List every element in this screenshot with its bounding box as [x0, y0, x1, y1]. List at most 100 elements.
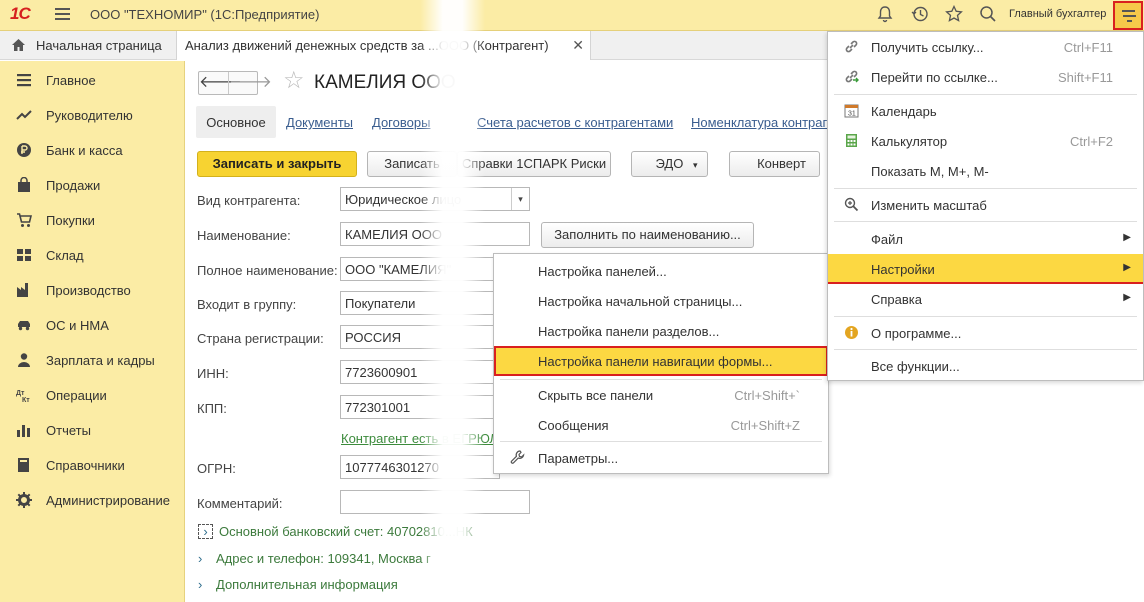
history-nav: 🡐 🡒 [198, 71, 272, 95]
bell-icon[interactable] [876, 5, 896, 25]
sidebar-item-purchases[interactable]: Покупки [0, 203, 185, 238]
menu-item-panels-settings[interactable]: Настройка панелей... [494, 256, 828, 286]
menu-item-help[interactable]: Справка ▶ [828, 284, 1143, 314]
country-input[interactable]: РОССИЯ [340, 325, 500, 349]
ruble-icon [16, 142, 32, 158]
subtab-nomenclature[interactable]: Номенклатура контраге [691, 106, 834, 138]
sidebar-item-salary[interactable]: Зарплата и кадры [0, 343, 185, 378]
subtab-accounts[interactable]: Счета расчетов с контрагентами [477, 106, 673, 138]
full-name-input[interactable]: ООО "КАМЕЛИЯ" [340, 257, 500, 281]
menu-item-all-functions[interactable]: Все функции... [828, 351, 1143, 381]
back-arrow-icon[interactable]: 🡐 [199, 72, 242, 94]
main-menu-button[interactable] [1113, 1, 1143, 30]
kpp-input[interactable]: 772301001 [340, 395, 500, 419]
sidebar-item-admin[interactable]: Администрирование [0, 483, 185, 518]
hamburger-menu-icon[interactable] [55, 8, 70, 21]
sidebar-item-directories[interactable]: Справочники [0, 448, 185, 483]
menu-item-hide-all-panels[interactable]: Скрыть все панели Ctrl+Shift+` [494, 380, 828, 410]
menu-item-label: О программе... [871, 326, 962, 341]
menu-item-calculator[interactable]: Калькулятор Ctrl+F2 [828, 126, 1143, 156]
kind-label: Вид контрагента: [197, 193, 301, 208]
egrul-status-link[interactable]: Контрагент есть в ЕГРЮЛ [341, 431, 498, 446]
menu-item-home-page-settings[interactable]: Настройка начальной страницы... [494, 286, 828, 316]
fill-by-name-button[interactable]: Заполнить по наименованию... [541, 222, 754, 248]
comment-input[interactable] [340, 490, 530, 514]
menu-item-go-to-link[interactable]: Перейти по ссылке... Shift+F11 [828, 62, 1143, 92]
tab-active-label: Анализ движений денежных средств за ...О… [185, 38, 549, 53]
menu-item-messages[interactable]: Сообщения Ctrl+Shift+Z [494, 410, 828, 440]
sidebar-item-main[interactable]: Главное [0, 63, 185, 98]
menu-item-show-memory[interactable]: Показать М, М+, М- [828, 156, 1143, 186]
menu-item-file[interactable]: Файл ▶ [828, 224, 1143, 254]
current-user[interactable]: Главный бухгалтер [1009, 8, 1106, 20]
subtab-main[interactable]: Основное [196, 106, 276, 138]
menu-item-shortcut: Ctrl+Shift+Z [730, 418, 800, 433]
menu-item-calendar[interactable]: 31 Календарь [828, 96, 1143, 126]
kind-select[interactable]: Юридическое лицо ▾ [340, 187, 530, 211]
sidebar-item-label: Отчеты [46, 423, 91, 438]
subtab-documents[interactable]: Документы [286, 106, 353, 138]
close-icon[interactable]: ✕ [572, 37, 584, 54]
main-menu-dropdown: Получить ссылку... Ctrl+F11 Перейти по с… [827, 31, 1144, 381]
app-header: 1С ООО "ТЕХНОМИР" (1С:Предприятие) Главн… [0, 0, 1144, 31]
menu-item-zoom[interactable]: Изменить масштаб [828, 190, 1143, 220]
sidebar-item-label: Банк и касса [46, 143, 123, 158]
sidebar-item-warehouse[interactable]: Склад [0, 238, 185, 273]
menu-item-label: Настройка начальной страницы... [538, 294, 743, 309]
envelope-button[interactable]: Конверт [729, 151, 820, 177]
menu-item-shortcut: Ctrl+F11 [1063, 40, 1113, 55]
history-icon[interactable] [911, 5, 931, 25]
kpp-label: КПП: [197, 401, 227, 416]
sidebar-item-reports[interactable]: Отчеты [0, 413, 185, 448]
sidebar-item-label: ОС и НМА [46, 318, 109, 333]
sidebar-item-sales[interactable]: Продажи [0, 168, 185, 203]
extra-info-section[interactable]: › Дополнительная информация [198, 577, 398, 592]
sidebar-item-manager[interactable]: Руководителю [0, 98, 185, 133]
menu-item-parameters[interactable]: Параметры... [494, 443, 828, 473]
name-input[interactable]: КАМЕЛИЯ ООО [340, 222, 530, 246]
menu-item-settings[interactable]: Настройки ▶ [828, 254, 1143, 284]
group-label: Входит в группу: [197, 297, 297, 312]
sidebar-item-label: Зарплата и кадры [46, 353, 155, 368]
menu-divider [834, 349, 1137, 350]
tab-home-label: Начальная страница [36, 38, 162, 53]
save-and-close-button[interactable]: Записать и закрыть [197, 151, 357, 177]
sidebar-item-fixed-assets[interactable]: ОС и НМА [0, 308, 185, 343]
chevron-down-icon[interactable]: ▾ [511, 188, 529, 210]
sidebar-item-label: Производство [46, 283, 131, 298]
spark-risks-button[interactable]: Справки 1СПАРК Риски [457, 151, 611, 177]
tab-active-document[interactable]: Анализ движений денежных средств за ...О… [177, 31, 591, 60]
sidebar-item-operations[interactable]: Дт Кт Операции [0, 378, 185, 413]
menu-item-label: Настройка панелей... [538, 264, 667, 279]
menu-item-label: Получить ссылку... [871, 40, 984, 55]
menu-divider [834, 316, 1137, 317]
search-icon[interactable] [979, 5, 999, 25]
subtab-contracts[interactable]: Договоры [372, 106, 430, 138]
extra-info-label: Дополнительная информация [216, 577, 398, 592]
menu-item-label: Файл [871, 232, 903, 247]
menu-item-about[interactable]: О программе... [828, 318, 1143, 348]
star-icon[interactable] [945, 4, 965, 25]
favorite-star-icon[interactable]: ☆ [283, 69, 305, 93]
menu-item-label: Справка [871, 292, 922, 307]
sidebar-item-production[interactable]: Производство [0, 273, 185, 308]
bank-account-section[interactable]: › Основной банковский счет: 40702810...НК [198, 524, 473, 539]
ogrn-input[interactable]: 1077746301270 [340, 455, 500, 479]
home-icon [11, 38, 26, 55]
menu-item-sections-panel-settings[interactable]: Настройка панели разделов... [494, 316, 828, 346]
sidebar-item-bank[interactable]: Банк и касса [0, 133, 185, 168]
inn-input[interactable]: 7723600901 [340, 360, 500, 384]
kind-value: Юридическое лицо [345, 192, 462, 207]
menu-item-get-link[interactable]: Получить ссылку... Ctrl+F11 [828, 32, 1143, 62]
warehouse-icon [16, 247, 32, 263]
menu-item-form-navigation-settings[interactable]: Настройка панели навигации формы... [494, 346, 828, 376]
operations-icon: Дт Кт [16, 387, 32, 404]
save-button[interactable]: Записать [367, 151, 457, 177]
tab-home[interactable]: Начальная страница [0, 31, 177, 60]
full-name-label: Полное наименование: [197, 263, 338, 278]
settings-submenu: Настройка панелей... Настройка начальной… [493, 253, 829, 474]
group-input[interactable]: Покупатели [340, 291, 500, 315]
edo-dropdown-button[interactable]: ЭДО ▾ [631, 151, 708, 177]
forward-arrow-icon[interactable]: 🡒 [228, 72, 272, 94]
address-section[interactable]: › Адрес и телефон: 109341, Москва г [198, 551, 431, 566]
